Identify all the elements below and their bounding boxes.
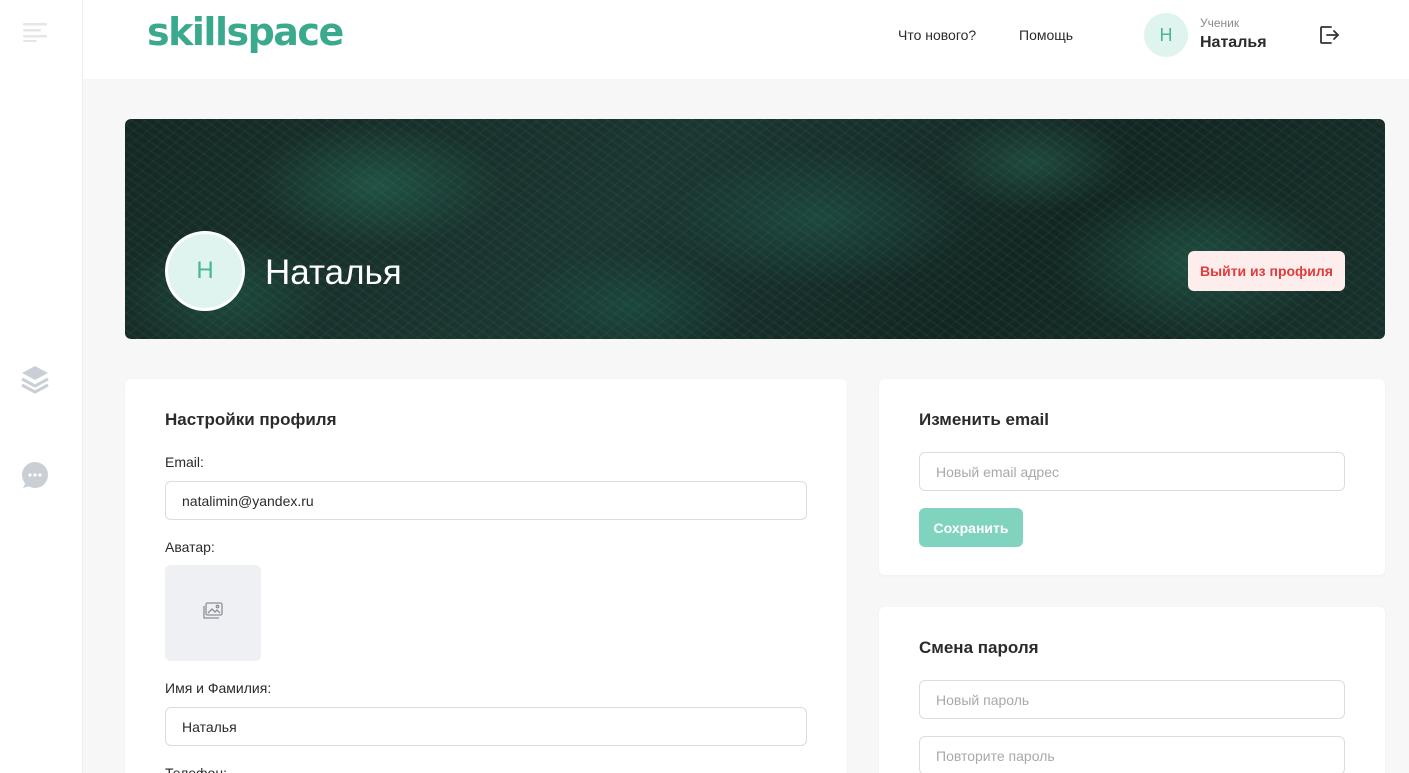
logout-profile-button[interactable]: Выйти из профиля <box>1188 251 1345 291</box>
phone-label: Телефон: <box>165 765 227 773</box>
banner-user-name: Наталья <box>265 253 402 292</box>
new-email-field[interactable] <box>919 452 1345 491</box>
change-email-title: Изменить email <box>919 410 1049 429</box>
avatar-label: Аватар: <box>165 539 215 555</box>
banner-avatar: Н <box>165 231 245 311</box>
layers-icon[interactable] <box>21 364 49 399</box>
menu-icon[interactable] <box>23 22 47 47</box>
nav-whats-new-link[interactable]: Что нового? <box>898 27 976 43</box>
full-name-label: Имя и Фамилия: <box>165 680 272 696</box>
avatar-upload[interactable] <box>165 565 261 661</box>
image-icon <box>202 601 224 626</box>
logout-icon[interactable] <box>1317 23 1341 52</box>
header-user-name[interactable]: Наталья <box>1200 34 1267 52</box>
profile-settings-title: Настройки профиля <box>165 410 337 429</box>
email-label: Email: <box>165 454 204 470</box>
save-email-button[interactable]: Сохранить <box>919 508 1023 547</box>
change-email-card: Изменить email Сохранить <box>879 379 1385 575</box>
sidebar <box>0 0 83 773</box>
top-header: skillspace Что нового? Помощь Н Ученик Н… <box>83 0 1409 79</box>
skillspace-logo[interactable]: skillspace <box>147 10 344 54</box>
profile-banner: Н Наталья Выйти из профиля <box>125 119 1385 339</box>
header-avatar[interactable]: Н <box>1144 13 1188 57</box>
change-password-card: Смена пароля <box>879 607 1385 773</box>
new-password-field[interactable] <box>919 680 1345 719</box>
chat-icon[interactable] <box>21 462 51 495</box>
change-password-title: Смена пароля <box>919 638 1039 657</box>
full-name-field[interactable] <box>165 707 807 746</box>
banner-background-image <box>125 119 1385 339</box>
nav-help-link[interactable]: Помощь <box>1019 27 1073 43</box>
repeat-password-field[interactable] <box>919 736 1345 773</box>
email-field[interactable] <box>165 481 807 520</box>
profile-settings-card: Настройки профиля Email: Аватар: Имя и Ф… <box>125 379 847 773</box>
header-user-role: Ученик <box>1200 16 1240 30</box>
